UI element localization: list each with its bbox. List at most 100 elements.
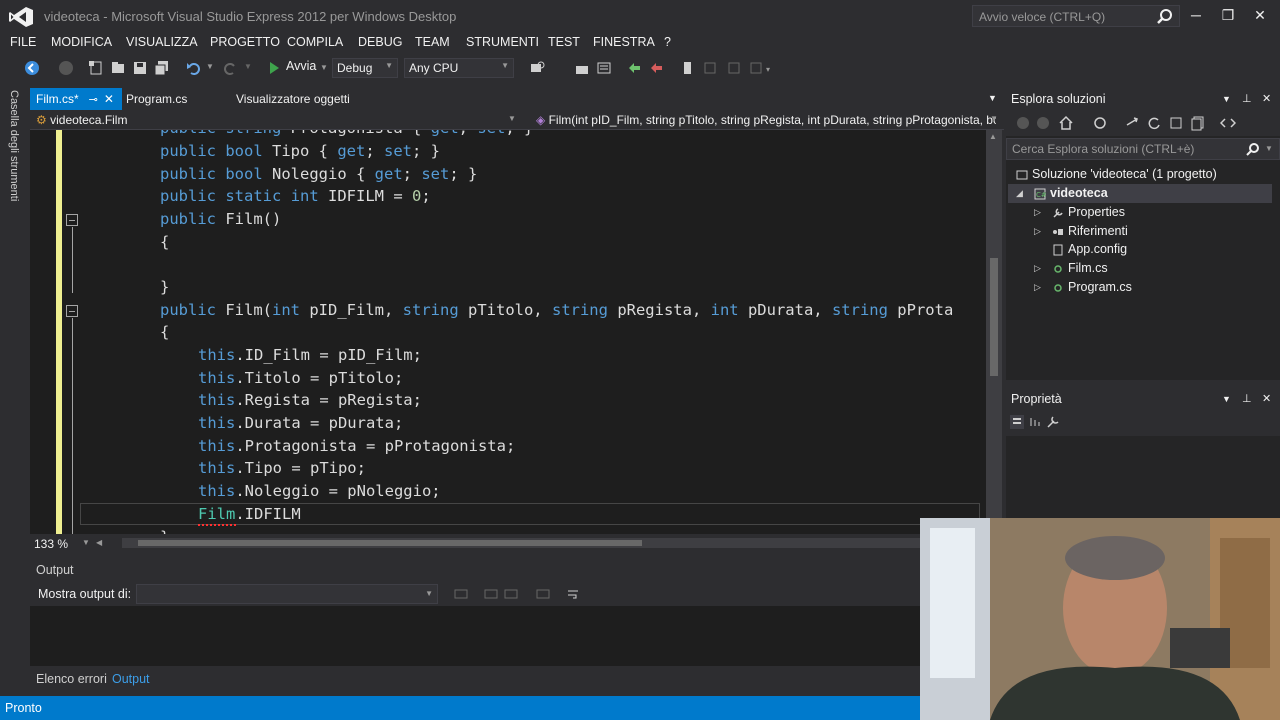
new-project-icon[interactable] (88, 60, 104, 76)
chevron-down-icon[interactable]: ▼ (1265, 144, 1273, 153)
open-file-icon[interactable] (110, 60, 126, 76)
tab-overflow-icon[interactable]: ▼ (988, 93, 997, 103)
pin-icon[interactable]: ⊸ (89, 94, 98, 106)
code-line: public bool Tipo { get; set; } (160, 142, 440, 160)
back-icon[interactable] (1016, 116, 1030, 130)
scrollbar-thumb[interactable] (990, 258, 998, 376)
quick-launch-input[interactable]: Avvio veloce (CTRL+Q) (972, 5, 1180, 27)
collapse-icon[interactable] (66, 305, 78, 317)
menu-team[interactable]: TEAM (415, 35, 450, 49)
chevron-down-icon[interactable]: ▼ (990, 114, 998, 123)
chevron-down-icon[interactable]: ▼ (508, 114, 516, 123)
menu-debug[interactable]: DEBUG (358, 35, 402, 49)
collapsed-arrow-icon[interactable]: ▷ (1034, 207, 1041, 218)
platform-dropdown[interactable]: Any CPU ▼ (404, 58, 514, 78)
refresh-icon[interactable] (1146, 115, 1162, 131)
collapsed-arrow-icon[interactable]: ▷ (1034, 263, 1041, 274)
collapse-icon[interactable] (66, 214, 78, 226)
redo-icon[interactable] (222, 60, 238, 76)
word-wrap-icon[interactable] (566, 587, 580, 601)
code-editor[interactable]: public string Protagonista { get; set; }… (30, 130, 986, 534)
zoom-level[interactable]: 133 % (34, 537, 68, 551)
search-icon[interactable] (1245, 142, 1261, 158)
tab-program-cs[interactable]: Program.cs (120, 88, 193, 110)
editor-vertical-scrollbar[interactable]: ▲ (986, 130, 1002, 534)
navigate-forward-icon[interactable] (58, 60, 74, 76)
start-play-icon[interactable] (266, 60, 282, 76)
undo-dropdown-icon[interactable]: ▼ (206, 62, 214, 71)
prev-bookmark-icon[interactable] (726, 60, 742, 76)
forward-icon[interactable] (1036, 116, 1050, 130)
collapse-all-icon[interactable] (1168, 115, 1184, 131)
search-icon[interactable] (1156, 8, 1174, 26)
minimize-button[interactable]: ─ (1184, 4, 1208, 26)
tab-output[interactable]: Output (112, 672, 150, 686)
close-icon[interactable]: ✕ (1262, 392, 1271, 405)
find-message-icon[interactable] (454, 587, 468, 601)
comment-icon[interactable] (680, 60, 696, 76)
find-in-files-icon[interactable] (530, 60, 546, 76)
navigate-back-icon[interactable] (24, 60, 40, 76)
sync-icon[interactable] (1124, 115, 1140, 131)
chevron-down-icon[interactable]: ▼ (82, 538, 90, 547)
start-dropdown-icon[interactable]: ▼ (320, 63, 328, 72)
toolbox-tab[interactable]: Casella degli strumenti (4, 90, 20, 210)
bookmark-icon[interactable] (626, 60, 642, 76)
home-icon[interactable] (1058, 115, 1074, 131)
scroll-up-icon[interactable]: ▲ (989, 132, 997, 141)
member-dropdown[interactable]: ◈ Film(int pID_Film, string pTitolo, str… (536, 113, 996, 127)
menu-help[interactable]: ? (664, 35, 671, 49)
menu-file[interactable]: FILE (10, 35, 36, 49)
chevron-down-icon[interactable]: ▼ (1222, 394, 1231, 404)
solution-config-icon[interactable] (574, 60, 590, 76)
tab-error-list[interactable]: Elenco errori (36, 672, 107, 686)
start-button[interactable]: Avvia (286, 59, 316, 73)
undo-icon[interactable] (186, 60, 202, 76)
menu-strumenti[interactable]: STRUMENTI (466, 35, 539, 49)
editor-horizontal-scrollbar[interactable] (122, 538, 1002, 548)
categorized-icon[interactable] (1010, 415, 1024, 429)
menu-visualizza[interactable]: VISUALIZZA (126, 35, 198, 49)
tab-object-browser[interactable]: Visualizzatore oggetti (230, 88, 356, 110)
scroll-left-icon[interactable]: ◀ (96, 538, 102, 547)
redo-dropdown-icon[interactable]: ▼ (244, 62, 252, 71)
pending-changes-icon[interactable] (1092, 115, 1108, 131)
show-all-files-icon[interactable] (1190, 115, 1206, 131)
uncomment-icon[interactable] (702, 60, 718, 76)
menu-compila[interactable]: COMPILA (287, 35, 343, 49)
chevron-down-icon[interactable]: ▼ (1222, 94, 1231, 104)
close-icon[interactable]: ✕ (104, 92, 114, 106)
show-output-dropdown[interactable]: ▼ (136, 584, 438, 604)
view-code-icon[interactable] (1220, 115, 1236, 131)
next-bookmark-icon[interactable] (748, 60, 764, 76)
menu-test[interactable]: TEST (548, 35, 580, 49)
pin-icon[interactable]: ⊥ (1242, 392, 1252, 405)
save-all-icon[interactable] (154, 60, 170, 76)
tab-film-cs[interactable]: Film.cs* ⊸ ✕ (30, 88, 122, 110)
outline-icon[interactable] (596, 60, 612, 76)
solution-search-input[interactable]: Cerca Esplora soluzioni (CTRL+è) ▼ (1006, 138, 1280, 160)
menu-modifica[interactable]: MODIFICA (51, 35, 112, 49)
wrench-icon[interactable] (1046, 415, 1060, 429)
code-line: public Film(int pID_Film, string pTitolo… (160, 301, 954, 319)
alphabetical-icon[interactable] (1028, 415, 1042, 429)
expanded-arrow-icon[interactable]: ◢ (1016, 188, 1023, 199)
output-text-area[interactable] (30, 606, 1004, 666)
restore-button[interactable]: ❐ (1216, 4, 1240, 26)
next-message-icon[interactable] (504, 587, 518, 601)
save-icon[interactable] (132, 60, 148, 76)
close-window-button[interactable]: ✕ (1248, 4, 1272, 26)
scrollbar-thumb[interactable] (138, 540, 642, 546)
close-icon[interactable]: ✕ (1262, 92, 1271, 105)
collapsed-arrow-icon[interactable]: ▷ (1034, 226, 1041, 237)
menu-progetto[interactable]: PROGETTO (210, 35, 280, 49)
menu-finestra[interactable]: FINESTRA (593, 35, 655, 49)
collapsed-arrow-icon[interactable]: ▷ (1034, 282, 1041, 293)
clear-all-icon[interactable] (536, 587, 550, 601)
toolbar-overflow-icon[interactable]: ▾ (766, 65, 770, 74)
type-dropdown[interactable]: ⚙ videoteca.Film (36, 113, 127, 127)
clear-bookmark-icon[interactable] (648, 60, 664, 76)
pin-icon[interactable]: ⊥ (1242, 92, 1252, 105)
configuration-dropdown[interactable]: Debug ▼ (332, 58, 398, 78)
prev-message-icon[interactable] (484, 587, 498, 601)
